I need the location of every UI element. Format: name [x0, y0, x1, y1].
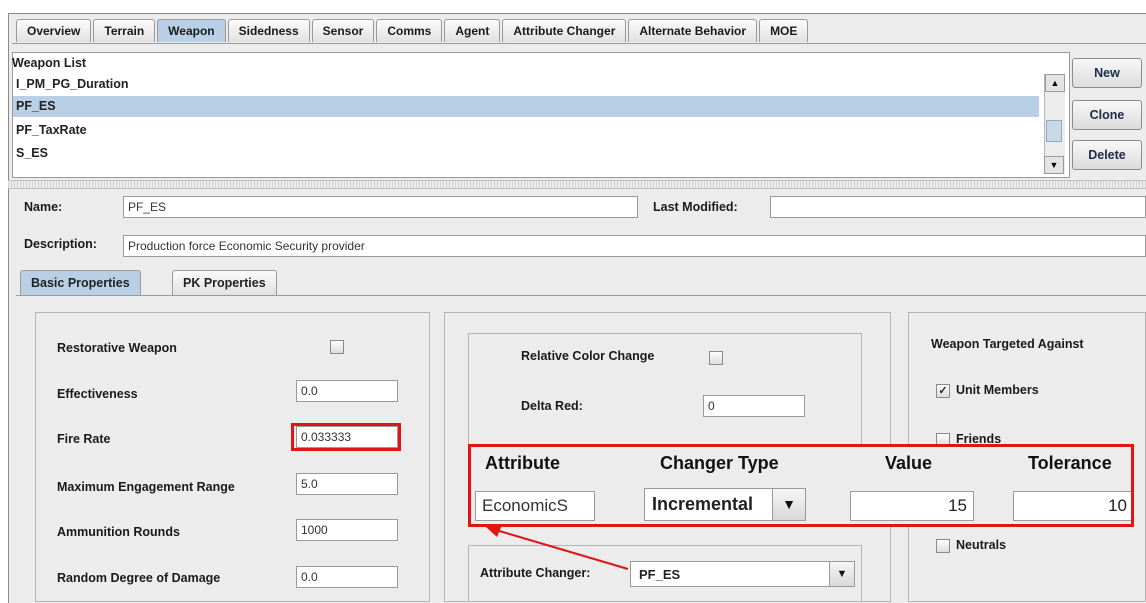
- callout-arrow: [486, 525, 629, 570]
- callout-arrow-line: [495, 529, 629, 570]
